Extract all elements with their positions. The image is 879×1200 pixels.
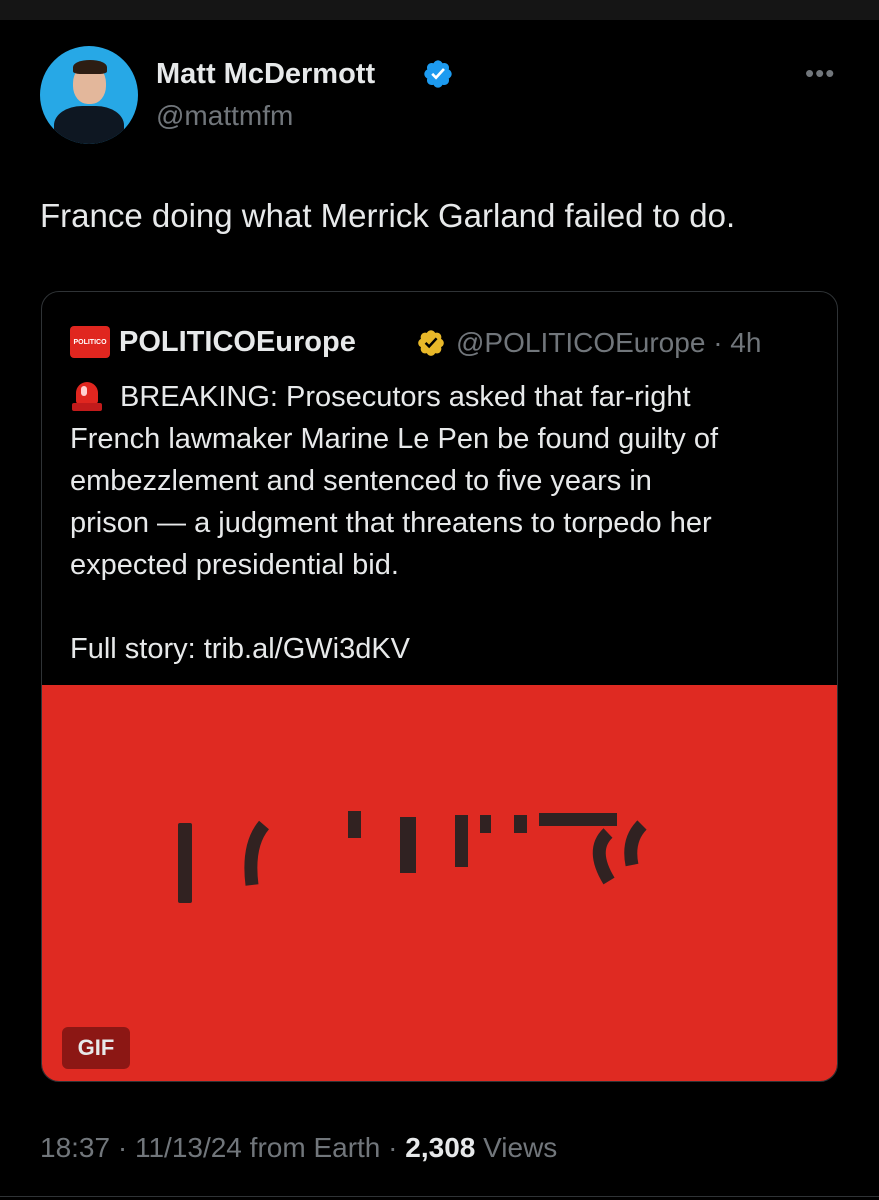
quote-line: BREAKING: Prosecutors asked that far-rig… [70, 376, 830, 418]
tweet-date[interactable]: 11/13/24 [135, 1132, 242, 1163]
verified-badge-icon [424, 60, 452, 88]
politico-wordmark-animation [178, 811, 647, 903]
quote-time[interactable]: 4h [730, 327, 761, 358]
siren-shine [81, 386, 87, 396]
views-count: 2,308 [405, 1132, 476, 1163]
author-name[interactable]: Matt McDermott [156, 58, 375, 91]
author-handle[interactable]: @mattmfm [156, 100, 293, 132]
separator: · [380, 1132, 406, 1163]
politico-logo: POLITICO [70, 326, 110, 358]
quote-handle[interactable]: @POLITICOEurope [456, 327, 705, 358]
gif-badge: GIF [62, 1027, 130, 1069]
divider [0, 1196, 879, 1197]
quote-meta: @POLITICOEurope · 4h [456, 327, 761, 359]
siren-base [72, 403, 102, 411]
quote-line-text: BREAKING: Prosecutors asked that far-rig… [120, 381, 691, 413]
separator: · [110, 1132, 135, 1163]
avatar[interactable] [40, 46, 138, 144]
quote-header: POLITICO POLITICOEurope @POLITICOEurope … [70, 322, 830, 362]
tweet-time[interactable]: 18:37 [40, 1132, 110, 1163]
verified-gold-badge-icon [418, 330, 444, 356]
gif-media[interactable]: GIF [42, 685, 837, 1081]
quote-line: expected presidential bid. [70, 549, 399, 581]
avatar-body [54, 106, 124, 144]
siren-dome [76, 382, 98, 404]
avatar-hair [73, 60, 107, 74]
meta-separator: · [713, 327, 731, 358]
tweet-source: from Earth [249, 1132, 381, 1163]
quote-line: French lawmaker Marine Le Pen be found g… [70, 423, 719, 455]
views-label: Views [483, 1132, 558, 1163]
full-story-link[interactable]: Full story: trib.al/GWi3dKV [70, 628, 830, 670]
quote-line: prison — a judgment that threatens to to… [70, 507, 712, 539]
more-horizontal-icon[interactable]: ••• [805, 60, 835, 86]
quote-body: BREAKING: Prosecutors asked that far-rig… [70, 376, 830, 670]
quote-line: embezzlement and sentenced to five years… [70, 465, 652, 497]
tweet-header: Matt McDermott @mattmfm ••• [40, 44, 840, 144]
tweet-footer: 18:37 · 11/13/24 from Earth · 2,308 View… [40, 1132, 557, 1164]
tweet-text: France doing what Merrick Garland failed… [40, 197, 736, 234]
police-siren-icon [70, 378, 104, 412]
top-strip [0, 0, 879, 20]
quoted-tweet[interactable]: POLITICO POLITICOEurope @POLITICOEurope … [41, 291, 838, 1082]
quote-author-name[interactable]: POLITICOEurope [119, 326, 356, 359]
